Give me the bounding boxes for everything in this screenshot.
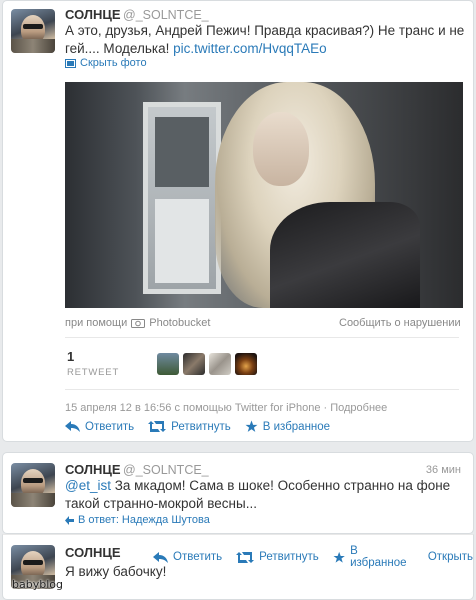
avatar[interactable] <box>11 9 55 53</box>
retweeter-avatar[interactable] <box>209 353 231 375</box>
star-icon <box>245 420 258 432</box>
tweet-author-name[interactable]: СОЛНЦЕ <box>65 7 121 22</box>
tweet-body: За мкадом! Сама в шоке! Особенно странно… <box>65 478 451 511</box>
tweet-card: СОЛНЦЕ Ответить Ретвитнуть В избранное О… <box>2 534 474 600</box>
reply-label: Ответить <box>173 551 223 563</box>
hide-photo-link[interactable]: Скрыть фото <box>65 57 147 69</box>
tweet-actions: Ответить Ретвитнуть В избранное Открыть <box>153 545 473 569</box>
in-reply-link[interactable]: В ответ: Надежда Шутова <box>65 514 210 526</box>
camera-icon <box>131 319 146 328</box>
tweet-actions: Ответить Ретвитнуть В избранное <box>65 420 344 433</box>
divider <box>65 389 459 390</box>
tweet-author-name[interactable]: СОЛНЦЕ <box>65 545 121 560</box>
hide-photo-label: Скрыть фото <box>80 57 147 69</box>
retweet-label: Ретвитнуть <box>171 420 231 433</box>
reply-icon <box>65 421 80 432</box>
tweet-photo[interactable] <box>65 82 463 308</box>
tweet-author-handle[interactable]: @_SOLNTCE_ <box>123 463 209 477</box>
divider <box>65 337 459 338</box>
photo-credit-prefix: при помощи <box>65 317 128 329</box>
favorite-button[interactable]: В избранное <box>333 545 414 569</box>
retweet-icon <box>148 421 167 432</box>
photo-credit: при помощи Photobucket <box>65 317 210 329</box>
tweet-text: Я вижу бабочку! <box>65 564 167 579</box>
photo-credit-source[interactable]: Photobucket <box>149 317 210 329</box>
open-button[interactable]: Открыть <box>428 551 473 563</box>
tweet-card: СОЛНЦЕ @_SOLNTCE_ А это, друзья, Андрей … <box>2 0 474 442</box>
reply-label: Ответить <box>85 420 135 433</box>
retweeter-avatar[interactable] <box>235 353 257 375</box>
favorite-button[interactable]: В избранное <box>245 420 330 433</box>
favorite-label: В избранное <box>262 420 331 433</box>
favorite-label: В избранное <box>350 545 407 569</box>
tweet-text: А это, друзья, Андрей Пежич! Правда крас… <box>65 22 465 58</box>
tweet-card: СОЛНЦЕ @_SOLNTCE_ 36 мин @et_ist За мкад… <box>2 452 474 534</box>
tweet-author-name[interactable]: СОЛНЦЕ <box>65 462 121 477</box>
reply-button[interactable]: Ответить <box>65 421 134 433</box>
tweet-timestamp[interactable]: 15 апреля 12 в 16:56 с помощью Twitter f… <box>65 402 387 414</box>
star-icon <box>333 551 345 563</box>
tweet-author-handle[interactable]: @_SOLNTCE_ <box>123 8 209 22</box>
retweet-count-label: RETWEET <box>67 367 120 378</box>
retweeter-avatar[interactable] <box>183 353 205 375</box>
photo-link[interactable]: pic.twitter.com/HvqqTAEo <box>173 41 327 56</box>
reply-icon <box>153 551 168 563</box>
reply-arrow-icon <box>65 515 74 525</box>
retweeter-avatar[interactable] <box>157 353 179 375</box>
tweet-text: @et_ist За мкадом! Сама в шоке! Особенно… <box>65 477 461 513</box>
reply-button[interactable]: Ответить <box>153 551 222 563</box>
watermark: babyblog <box>12 578 63 591</box>
avatar[interactable] <box>11 463 55 507</box>
retweet-label: Ретвитнуть <box>259 551 319 563</box>
retweet-count: 1 <box>67 349 75 364</box>
mention-link[interactable]: @et_ist <box>65 478 111 493</box>
report-link[interactable]: Сообщить о нарушении <box>339 317 461 329</box>
in-reply-label: В ответ: Надежда Шутова <box>78 514 210 526</box>
open-label: Открыть <box>427 551 473 563</box>
tweet-time[interactable]: 36 мин <box>426 464 461 476</box>
retweet-button[interactable]: Ретвитнуть <box>148 421 231 433</box>
retweet-button[interactable]: Ретвитнуть <box>236 551 319 563</box>
photo-icon <box>65 58 76 68</box>
retweet-icon <box>236 551 255 563</box>
